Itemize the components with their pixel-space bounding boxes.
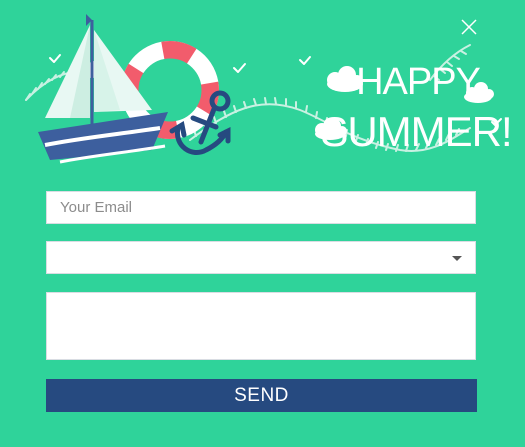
email-field-wrapper [46,191,476,224]
close-icon [461,19,477,35]
headline-line1: HAPPY [356,61,480,103]
chevron-down-icon [452,256,462,261]
headline-line2: SUMMER! [320,108,511,155]
subject-select[interactable] [46,241,476,274]
email-field[interactable] [47,192,475,223]
hero-illustration: HAPPY SUMMER! [25,14,513,164]
message-field[interactable] [47,293,475,359]
message-field-wrapper [46,292,476,360]
sailboat-icon [38,14,168,164]
send-button[interactable]: SEND [46,379,477,412]
close-button[interactable] [458,16,480,38]
